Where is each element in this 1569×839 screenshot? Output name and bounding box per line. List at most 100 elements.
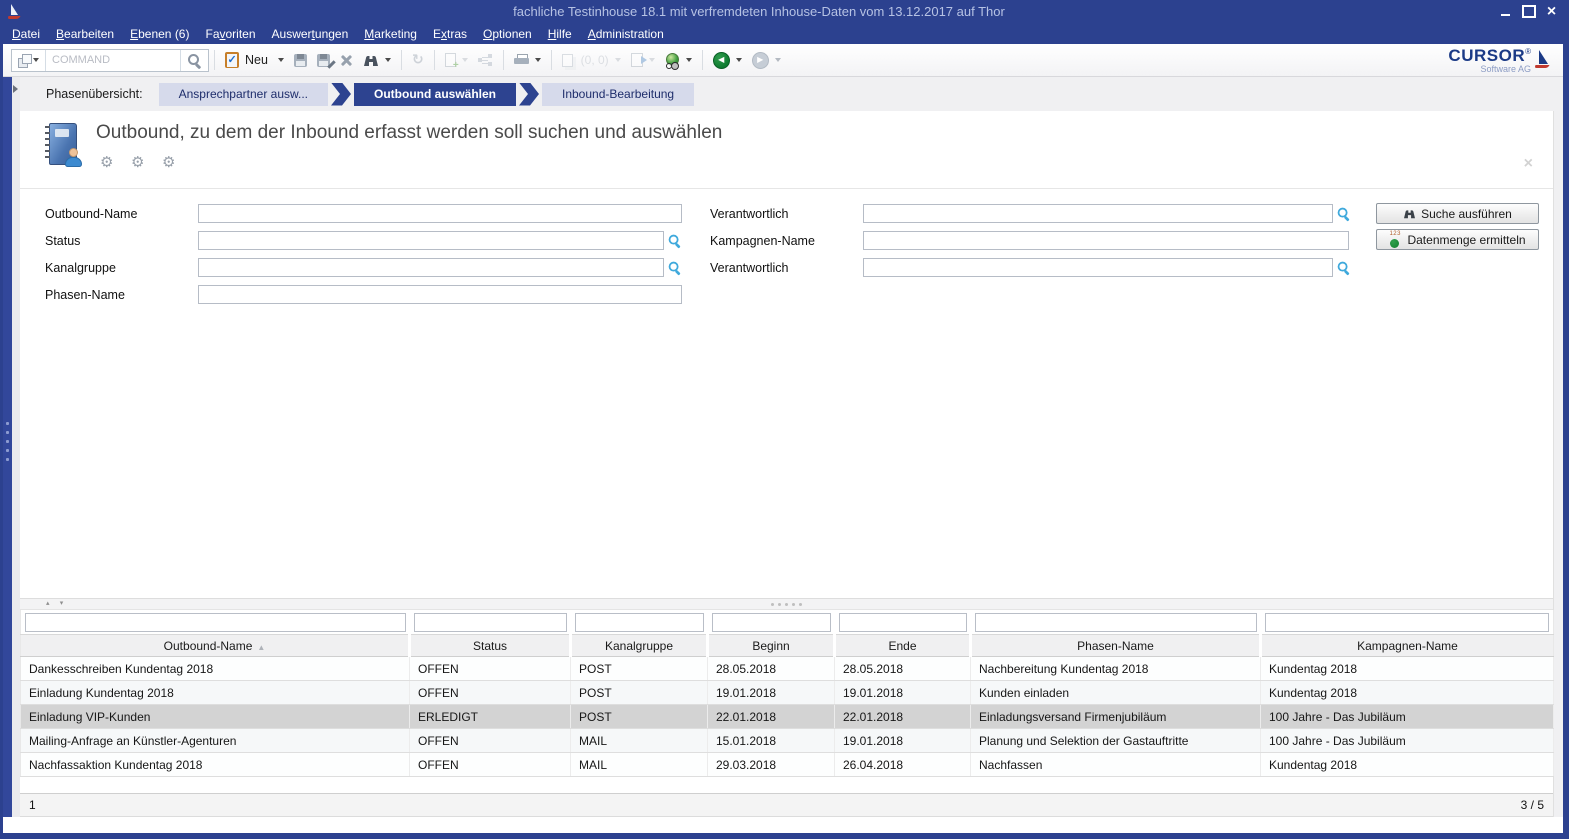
menu-ebenen[interactable]: Ebenen (6) (122, 25, 197, 43)
workflow-icon (478, 54, 493, 66)
menu-extras[interactable]: Extras (425, 25, 475, 43)
phase-arrow-icon (519, 83, 539, 106)
kanalgruppe-input[interactable] (198, 258, 664, 277)
filter-kampagnen-name[interactable] (1265, 613, 1550, 632)
table-row[interactable]: Dankesschreiben Kundentag 2018OFFEN POST… (21, 657, 1554, 681)
panel-close-icon[interactable]: × (1524, 155, 1533, 173)
filter-status[interactable] (414, 613, 567, 632)
save-close-button[interactable] (312, 47, 335, 73)
column-header-status[interactable]: Status (410, 635, 571, 657)
verantwortlich2-lookup-icon[interactable] (1337, 261, 1351, 275)
print-button[interactable] (509, 47, 546, 73)
close-icon[interactable] (1543, 4, 1560, 19)
new-document-dropdown-caret[interactable] (462, 58, 468, 62)
minimize-icon[interactable] (1497, 4, 1514, 19)
phase-ansprechpartner[interactable]: Ansprechpartner ausw... (159, 83, 328, 106)
menu-marketing[interactable]: Marketing (356, 25, 425, 43)
menu-optionen[interactable]: Optionen (475, 25, 540, 43)
cascade-windows-button[interactable] (12, 50, 45, 71)
table-row[interactable]: Nachfassaktion Kundentag 2018OFFEN MAIL2… (21, 753, 1554, 777)
filter-kanalgruppe[interactable] (575, 613, 704, 632)
column-header-kampagnen-name[interactable]: Kampagnen-Name (1261, 635, 1554, 657)
left-panel-collapsed[interactable] (3, 77, 12, 817)
command-input[interactable] (52, 54, 174, 66)
new-document-button[interactable] (440, 47, 473, 73)
verantwortlich-input[interactable] (863, 204, 1333, 223)
clipboard-dropdown-caret[interactable] (615, 58, 621, 62)
splitter-bar[interactable]: ▴ ▾ (20, 598, 1553, 610)
contact-dropdown-caret[interactable] (686, 58, 692, 62)
menu-favoriten[interactable]: Favoriten (197, 25, 263, 43)
workflow-button[interactable] (473, 47, 498, 73)
verantwortlich2-input[interactable] (863, 258, 1333, 277)
toolbar-separator (434, 50, 435, 70)
outbound-name-input[interactable] (198, 204, 682, 223)
datenmenge-ermitteln-button[interactable]: Datenmenge ermitteln (1376, 229, 1539, 250)
refresh-icon: ↻ (412, 53, 424, 67)
status-input[interactable] (198, 231, 664, 250)
column-header-outbound-name[interactable]: Outbound-Name▲ (21, 635, 410, 657)
kanalgruppe-lookup-icon[interactable] (668, 261, 682, 275)
search-records-button[interactable] (358, 47, 396, 73)
process-cancel-icon[interactable]: ⚙ (162, 155, 180, 173)
phase-bar-label: Phasenübersicht: (46, 87, 143, 101)
neu-dropdown-caret[interactable] (278, 58, 284, 62)
neu-button[interactable]: Neu (220, 47, 289, 73)
phase-inbound[interactable]: Inbound-Bearbeitung (542, 83, 694, 106)
filter-phasen-name[interactable] (975, 613, 1257, 632)
toolbar: Neu ↻ (3, 44, 1563, 77)
column-header-beginn[interactable]: Beginn (708, 635, 835, 657)
results-empty-area (20, 308, 1553, 598)
back-dropdown-caret[interactable] (736, 58, 742, 62)
forward-dropdown-caret[interactable] (775, 58, 781, 62)
phase-outbound[interactable]: Outbound auswählen (354, 83, 516, 106)
status-lookup-icon[interactable] (668, 234, 682, 248)
column-header-kanalgruppe[interactable]: Kanalgruppe (571, 635, 708, 657)
menu-auswertungen[interactable]: Auswertungen (264, 25, 357, 43)
toolbar-separator (503, 50, 504, 70)
kampagnen-name-input[interactable] (863, 231, 1349, 250)
navigate-back-button[interactable]: ◀ (708, 47, 747, 73)
filter-beginn[interactable] (712, 613, 831, 632)
left-panel-drag-handle[interactable] (6, 422, 9, 461)
column-header-phasen-name[interactable]: Phasen-Name (971, 635, 1261, 657)
export-button[interactable] (626, 47, 660, 73)
menu-hilfe[interactable]: Hilfe (540, 25, 580, 43)
delete-button[interactable] (335, 47, 358, 73)
refresh-button[interactable]: ↻ (407, 47, 429, 73)
phasen-name-input[interactable] (198, 285, 682, 304)
maximize-icon[interactable] (1520, 4, 1537, 19)
field-label: Verantwortlich (710, 207, 863, 221)
save-button[interactable] (289, 47, 312, 73)
menubar: Datei Bearbeiten Ebenen (6) Favoriten Au… (0, 23, 1569, 44)
table-row[interactable]: Mailing-Anfrage an Künstler-AgenturenOFF… (21, 729, 1554, 753)
page-title: Outbound, zu dem der Inbound erfasst wer… (96, 122, 722, 144)
verantwortlich-lookup-icon[interactable] (1337, 207, 1351, 221)
printer-icon (514, 54, 529, 67)
left-panel-expand-icon[interactable] (13, 85, 18, 93)
contact-search-button[interactable] (660, 47, 697, 73)
command-search-button[interactable] (180, 50, 208, 71)
search-dropdown-caret[interactable] (385, 58, 391, 62)
suche-ausfuehren-button[interactable]: Suche ausführen (1376, 203, 1539, 224)
table-row-selected[interactable]: Einladung VIP-KundenERLEDIGT POST22.01.2… (21, 705, 1554, 729)
menu-bearbeiten[interactable]: Bearbeiten (48, 25, 122, 43)
results-grid: Outbound-Name▲ Status Kanalgruppe Beginn… (20, 610, 1553, 777)
filter-ende[interactable] (839, 613, 967, 632)
clipboard-button[interactable]: (0, 0) (557, 47, 626, 73)
filter-outbound-name[interactable] (25, 613, 406, 632)
column-header-ende[interactable]: Ende (835, 635, 971, 657)
navigate-forward-button[interactable]: ▶ (747, 47, 786, 73)
process-actions: ⚙ ⚙ ⚙ (100, 155, 180, 173)
splitter-drag-handle[interactable] (771, 603, 802, 606)
export-dropdown-caret[interactable] (649, 58, 655, 62)
process-continue-icon[interactable]: ⚙ (100, 155, 118, 173)
window-title: fachliche Testinhouse 18.1 mit verfremde… (21, 4, 1497, 19)
print-dropdown-caret[interactable] (535, 58, 541, 62)
menu-administration[interactable]: Administration (580, 25, 672, 43)
table-row[interactable]: Einladung Kundentag 2018OFFEN POST19.01.… (21, 681, 1554, 705)
splitter-arrows-icon[interactable]: ▴ ▾ (46, 600, 67, 607)
menu-datei[interactable]: Datei (4, 25, 48, 43)
cascade-dropdown-caret[interactable] (33, 58, 39, 62)
process-pause-icon[interactable]: ⚙ (131, 155, 149, 173)
